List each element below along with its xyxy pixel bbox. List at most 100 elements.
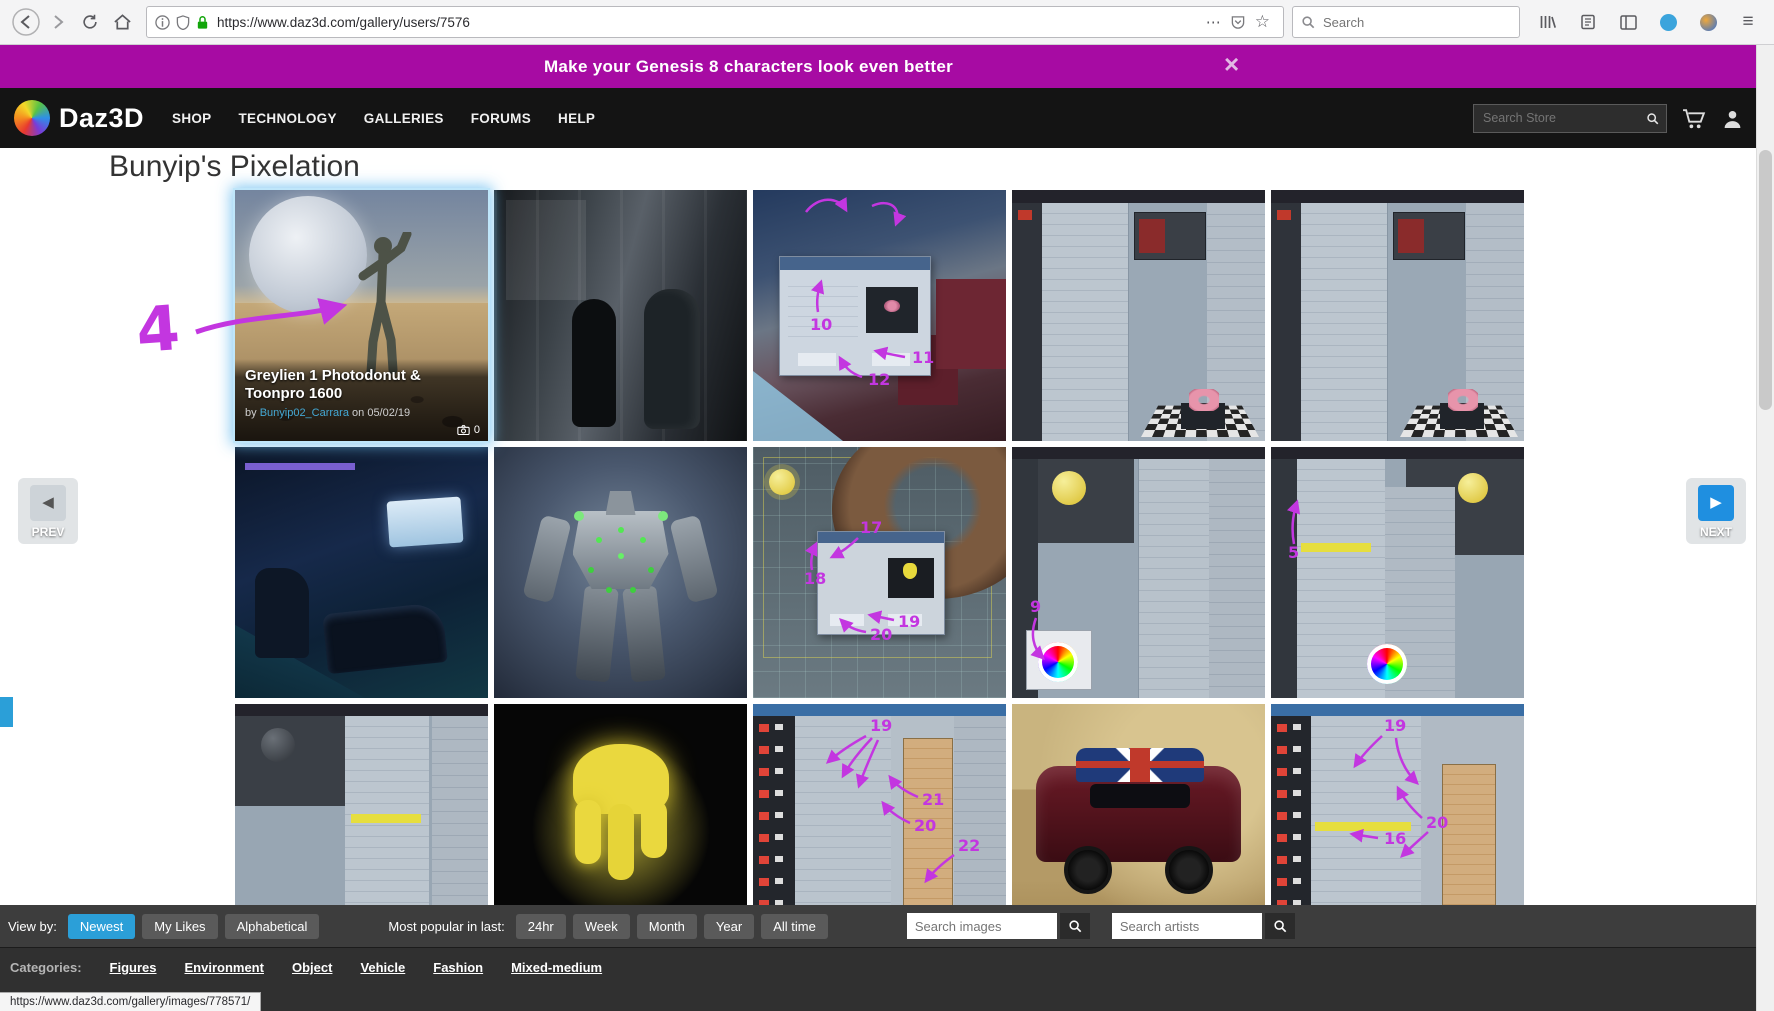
extension-two-button[interactable] — [1692, 6, 1724, 38]
comment-count: 0 — [457, 424, 480, 436]
gallery-thumbnail[interactable] — [1271, 447, 1524, 698]
promo-banner[interactable]: Make your Genesis 8 characters look even… — [0, 45, 1757, 88]
page-scrollbar[interactable] — [1756, 45, 1774, 1011]
reader-button[interactable] — [1572, 6, 1604, 38]
category-figures-link[interactable]: Figures — [110, 960, 157, 975]
view-alphabetical-button[interactable]: Alphabetical — [224, 913, 320, 939]
gallery-thumbnail[interactable] — [494, 447, 747, 698]
forward-button[interactable] — [42, 6, 74, 38]
search-icon — [1302, 16, 1315, 29]
https-padlock-icon[interactable] — [196, 15, 209, 30]
extension-one-button[interactable] — [1652, 6, 1684, 38]
highlighted-row — [1315, 822, 1411, 831]
nav-item-help[interactable]: HELP — [558, 111, 595, 126]
preview-blob — [903, 563, 917, 579]
gallery-thumbnail[interactable] — [1271, 190, 1524, 441]
gallery-footer: Categories: Figures Environment Object V… — [0, 947, 1757, 1011]
view-my-likes-button[interactable]: My Likes — [142, 913, 218, 939]
list-panel — [1301, 203, 1388, 441]
bookmark-star-icon[interactable]: ☆ — [1250, 12, 1275, 32]
back-button[interactable] — [10, 6, 42, 38]
app-menu-button[interactable]: ≡ — [1732, 6, 1764, 38]
byline-date: on 05/02/19 — [352, 407, 411, 419]
store-search-field[interactable] — [1473, 103, 1667, 133]
mech-torso — [572, 511, 669, 589]
popular-24hr-button[interactable]: 24hr — [515, 913, 566, 939]
scrollbar-thumb[interactable] — [1759, 150, 1772, 410]
browser-search-input[interactable] — [1321, 13, 1511, 31]
category-mixed-medium-link[interactable]: Mixed-medium — [511, 960, 602, 975]
popular-month-button[interactable]: Month — [636, 913, 697, 939]
nav-item-galleries[interactable]: GALLERIES — [364, 111, 444, 126]
seat-silhouette — [255, 568, 309, 658]
pocket-icon[interactable] — [1231, 15, 1245, 30]
thumbnail-image-carrara-ui — [1271, 190, 1524, 441]
gallery-thumbnail[interactable] — [753, 447, 1006, 698]
search-images-button[interactable] — [1059, 913, 1090, 939]
gallery-thumbnail[interactable] — [1012, 190, 1265, 441]
next-label: NEXT — [1699, 525, 1732, 539]
globe-extension-icon — [1659, 13, 1677, 31]
banner-close-icon[interactable]: × — [1224, 51, 1239, 77]
prev-button[interactable]: ◀ — [30, 485, 66, 521]
browser-window: ⋯ ☆ ≡ — [0, 0, 1774, 1011]
nav-item-shop[interactable]: SHOP — [172, 111, 211, 126]
search-artists-input[interactable] — [1111, 913, 1262, 939]
tracking-shield-icon[interactable] — [176, 14, 190, 30]
nav-item-forums[interactable]: FORUMS — [471, 111, 531, 126]
blob-drip — [607, 804, 634, 880]
popular-all-time-button[interactable]: All time — [761, 913, 828, 939]
author-link[interactable]: Bunyip02_Carrara — [260, 407, 349, 419]
library-button[interactable] — [1532, 6, 1564, 38]
store-search-icon[interactable] — [1646, 111, 1659, 126]
page-actions-icon[interactable]: ⋯ — [1201, 13, 1226, 31]
next-button[interactable]: ▶ — [1698, 485, 1734, 521]
category-vehicle-link[interactable]: Vehicle — [360, 960, 405, 975]
account-icon[interactable] — [1722, 108, 1743, 129]
pink-donut — [1448, 389, 1478, 411]
next-page-control: ▶ NEXT — [1686, 478, 1746, 544]
search-artists-button[interactable] — [1264, 913, 1295, 939]
thumbnail-image-ui-yellow-ball — [1012, 447, 1265, 698]
browser-search-bar[interactable] — [1292, 6, 1520, 38]
popular-week-button[interactable]: Week — [572, 913, 630, 939]
gallery-thumbnail[interactable] — [494, 190, 747, 441]
cart-icon[interactable] — [1682, 108, 1707, 129]
daz3d-logo[interactable]: Daz3D — [14, 100, 144, 136]
gallery-thumbnail-greylien[interactable]: Greylien 1 Photodonut & Toonpro 1600 by … — [235, 190, 488, 441]
figure-silhouette — [644, 289, 700, 429]
preview-object — [884, 300, 900, 312]
site-info-icon[interactable] — [155, 14, 170, 30]
dark-sphere — [261, 728, 295, 762]
search-images-input[interactable] — [906, 913, 1057, 939]
view-by-label: View by: — [8, 918, 57, 934]
green-lights — [617, 527, 624, 533]
figure-silhouette — [572, 299, 616, 427]
highlighted-row — [351, 814, 421, 823]
thumbnail-image-ui-yellow-ball — [1271, 447, 1524, 698]
side-tab[interactable] — [0, 697, 13, 727]
thumbnail-image-scifi-dialog — [753, 190, 1006, 441]
category-object-link[interactable]: Object — [292, 960, 332, 975]
view-newest-button[interactable]: Newest — [67, 913, 136, 939]
header-right-cluster — [1473, 103, 1743, 133]
sidebar-button[interactable] — [1612, 6, 1644, 38]
color-wheel — [1367, 644, 1407, 684]
home-button[interactable] — [106, 6, 138, 38]
gallery-thumbnail[interactable] — [1012, 447, 1265, 698]
reload-button[interactable] — [74, 6, 106, 38]
gallery-thumbnail[interactable] — [235, 447, 488, 698]
toolbar-search-group — [906, 913, 1295, 939]
popular-year-button[interactable]: Year — [703, 913, 755, 939]
category-fashion-link[interactable]: Fashion — [433, 960, 483, 975]
gallery-thumbnail[interactable] — [753, 190, 1006, 441]
daz3d-logo-text: Daz3D — [59, 102, 145, 133]
url-input[interactable] — [215, 13, 1201, 31]
yellow-ball — [1052, 471, 1086, 505]
floor-wedge — [753, 371, 843, 441]
category-environment-link[interactable]: Environment — [185, 960, 264, 975]
nav-item-technology[interactable]: TECHNOLOGY — [239, 111, 337, 126]
store-search-input[interactable] — [1481, 110, 1646, 126]
site-header: Daz3D SHOP TECHNOLOGY GALLERIES FORUMS H… — [0, 88, 1757, 148]
url-bar[interactable]: ⋯ ☆ — [146, 6, 1284, 38]
